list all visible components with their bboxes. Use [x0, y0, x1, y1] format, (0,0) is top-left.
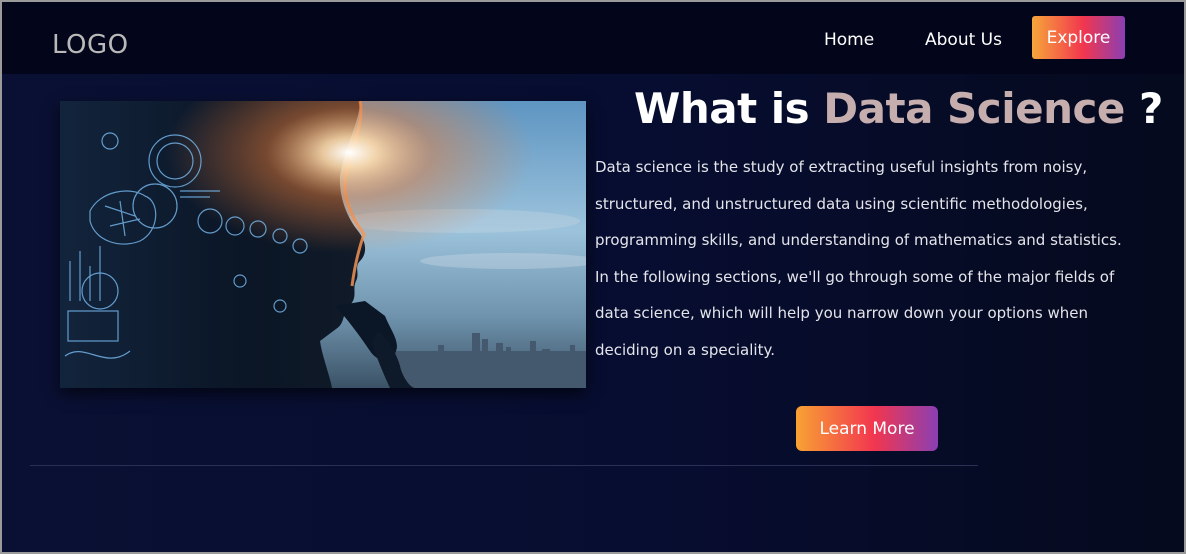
- page-title: What is Data Science ?: [634, 84, 1163, 133]
- nav-link-home[interactable]: Home: [824, 30, 874, 50]
- description-text: Data science is the study of extracting …: [595, 158, 1122, 359]
- title-accent: Data Science: [823, 84, 1125, 133]
- learn-more-button[interactable]: Learn More: [796, 406, 938, 451]
- hero-image: [60, 101, 586, 388]
- nav-link-about-us[interactable]: About Us: [925, 30, 1002, 50]
- person-silhouette-city-image: [60, 101, 586, 388]
- logo[interactable]: LOGO: [52, 30, 129, 60]
- navbar: LOGO Home About Us Explore: [2, 2, 1184, 74]
- title-prefix: What is: [634, 84, 810, 133]
- explore-button[interactable]: Explore: [1032, 16, 1125, 59]
- section-divider: [30, 465, 978, 466]
- page-frame: LOGO Home About Us Explore What is Data …: [0, 0, 1186, 554]
- title-suffix: ?: [1138, 84, 1163, 133]
